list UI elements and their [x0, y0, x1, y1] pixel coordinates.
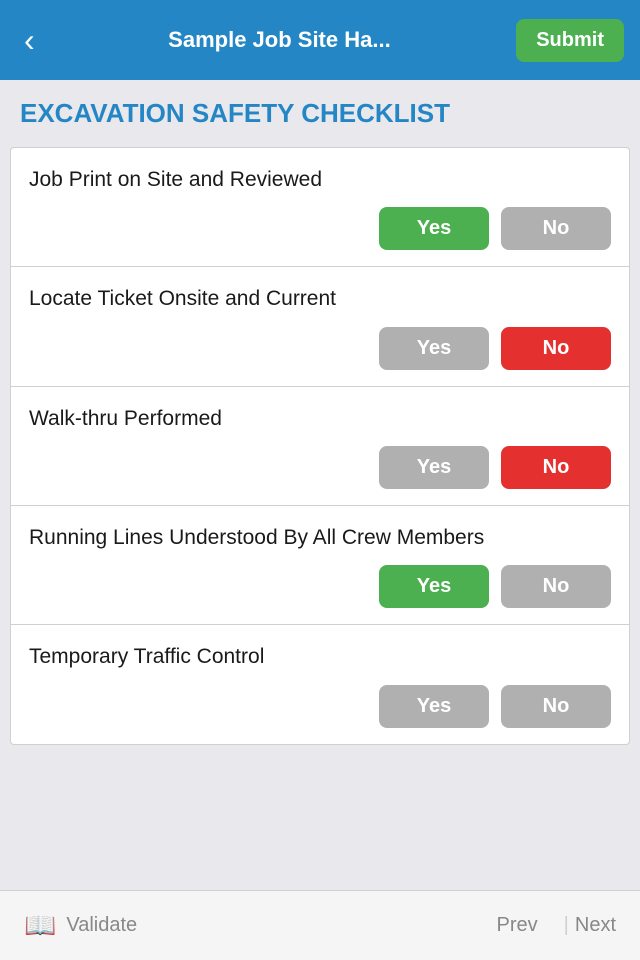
- item-label-5: Temporary Traffic Control: [29, 643, 611, 670]
- page-title: EXCAVATION SAFETY CHECKLIST: [20, 98, 620, 129]
- checklist-item: Running Lines Understood By All Crew Mem…: [11, 506, 629, 625]
- no-button-2[interactable]: No: [501, 327, 611, 370]
- item-buttons-5: Yes No: [29, 685, 611, 728]
- validate-label[interactable]: Validate: [66, 914, 137, 937]
- checklist-item: Walk-thru Performed Yes No: [11, 387, 629, 506]
- item-label-2: Locate Ticket Onsite and Current: [29, 285, 611, 312]
- checklist-item: Job Print on Site and Reviewed Yes No: [11, 148, 629, 267]
- item-label-4: Running Lines Understood By All Crew Mem…: [29, 524, 611, 551]
- bottom-nav: 📖 Validate Prev | Next: [0, 890, 640, 960]
- back-button[interactable]: ‹: [16, 14, 43, 67]
- checklist-item: Temporary Traffic Control Yes No: [11, 625, 629, 743]
- bottom-left: 📖 Validate: [24, 910, 137, 941]
- bottom-right: Prev | Next: [497, 914, 616, 937]
- no-button-3[interactable]: No: [501, 446, 611, 489]
- item-buttons-3: Yes No: [29, 446, 611, 489]
- header-title: Sample Job Site Ha...: [43, 27, 517, 53]
- checklist-content: Job Print on Site and ReviewedYesNoLocat…: [0, 147, 640, 890]
- app-header: ‹ Sample Job Site Ha... Submit: [0, 0, 640, 80]
- checklist-item: Locate Ticket Onsite and Current Yes No: [11, 267, 629, 386]
- yes-button-4[interactable]: Yes: [379, 565, 489, 608]
- item-label-1: Job Print on Site and Reviewed: [29, 166, 611, 193]
- yes-button-3[interactable]: Yes: [379, 446, 489, 489]
- checklist-card: Job Print on Site and ReviewedYesNoLocat…: [10, 147, 630, 744]
- no-button-4[interactable]: No: [501, 565, 611, 608]
- no-button-1[interactable]: No: [501, 207, 611, 250]
- item-buttons-4: Yes No: [29, 565, 611, 608]
- yes-button-2[interactable]: Yes: [379, 327, 489, 370]
- yes-button-5[interactable]: Yes: [379, 685, 489, 728]
- next-button[interactable]: Next: [575, 914, 616, 937]
- submit-button[interactable]: Submit: [516, 19, 624, 62]
- prev-button[interactable]: Prev: [497, 914, 538, 937]
- item-label-3: Walk-thru Performed: [29, 405, 611, 432]
- item-buttons-2: Yes No: [29, 327, 611, 370]
- item-buttons-1: Yes No: [29, 207, 611, 250]
- no-button-5[interactable]: No: [501, 685, 611, 728]
- page-title-area: EXCAVATION SAFETY CHECKLIST: [0, 80, 640, 147]
- book-icon: 📖: [24, 910, 56, 941]
- yes-button-1[interactable]: Yes: [379, 207, 489, 250]
